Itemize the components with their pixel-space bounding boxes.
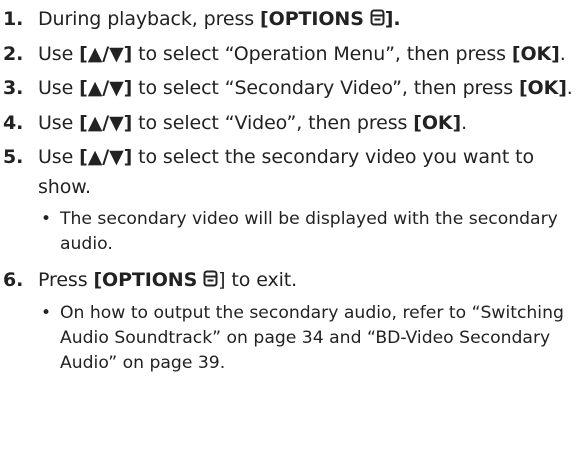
step-text-pre: Use [38,146,80,168]
options-key-label: OPTIONS [268,8,364,30]
step-number: 6. [3,269,24,291]
step-6: 6. Press [OPTIONS ] to exit. [0,266,587,296]
ok-key-label: [OK] [511,42,560,65]
instruction-list: 1. During playback, press [OPTIONS ]. 2.… [0,0,587,467]
step-number: 1. [3,8,24,30]
bracket-close: ]. [384,8,401,30]
options-icon [370,9,385,26]
step-1: 1. During playback, press [OPTIONS ]. [0,5,587,35]
step-4: 4. Use [▲/▼] to select “Video”, then pre… [0,109,587,139]
step-text-pre: Press [38,269,94,291]
step-text: Use [▲/▼] to select “Operation Menu”, th… [38,40,587,70]
step-6-note: • On how to output the secondary audio, … [0,301,587,376]
step-text: Use [▲/▼] to select “Secondary Video”, t… [38,74,587,104]
step-text-pre: Use [38,111,80,134]
step-text-mid: to select “Video”, then press [132,111,414,134]
step-text: Use [▲/▼] to select “Video”, then press … [38,109,587,139]
arrow-keys-label: [▲/▼] [79,42,133,65]
step-3: 3. Use [▲/▼] to select “Secondary Video”… [0,74,587,104]
ok-key-label: [OK] [518,77,567,99]
step-number: 5. [3,146,24,168]
note-text: On how to output the secondary audio, re… [60,302,564,373]
step-text-post: . [566,77,573,99]
bullet-dot: • [41,209,52,229]
step-2: 2. Use [▲/▼] to select “Operation Menu”,… [0,40,587,70]
step-text-pre: During playback, press [38,8,261,30]
ok-key-label: [OK] [413,111,462,134]
arrow-keys-label: [▲/▼] [79,146,133,168]
step-number: 4. [3,111,24,134]
step-text-mid: to select “Operation Menu”, then press [132,42,512,65]
step-number: 3. [3,77,24,99]
step-text: Press [OPTIONS ] to exit. [38,266,587,296]
bracket-open: [ [260,8,269,30]
step-text-post: ] to exit. [218,269,298,291]
bullet-dot: • [41,302,52,323]
arrow-keys-label: [▲/▼] [79,77,133,99]
step-text-pre: Use [38,77,80,99]
step-text-mid: to select “Secondary Video”, then press [132,77,519,99]
step-text-post: . [461,111,468,134]
step-5-note: • The secondary video will be displayed … [0,207,587,257]
note-text: The secondary video will be displayed wi… [60,209,558,254]
step-text-pre: Use [38,42,80,65]
options-icon [203,270,218,287]
step-text: During playback, press [OPTIONS ]. [38,5,587,35]
step-text: Use [▲/▼] to select the secondary video … [38,143,587,202]
step-text-post: . [559,42,566,65]
bracket-open: [ [93,269,103,291]
step-number: 2. [3,42,24,65]
options-key-label: OPTIONS [102,269,198,291]
arrow-keys-label: [▲/▼] [79,111,133,134]
step-5: 5. Use [▲/▼] to select the secondary vid… [0,143,587,202]
